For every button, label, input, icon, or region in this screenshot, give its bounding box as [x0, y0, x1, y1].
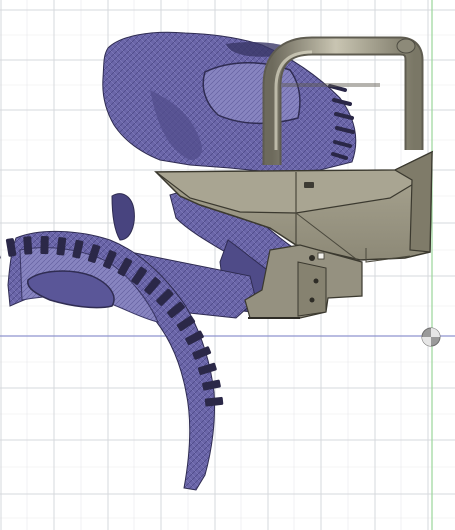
cad-viewport[interactable] [0, 0, 455, 530]
origin-gizmo-icon[interactable] [421, 327, 441, 347]
tire-tread-block [23, 236, 33, 255]
tire-tread-block [40, 235, 49, 255]
